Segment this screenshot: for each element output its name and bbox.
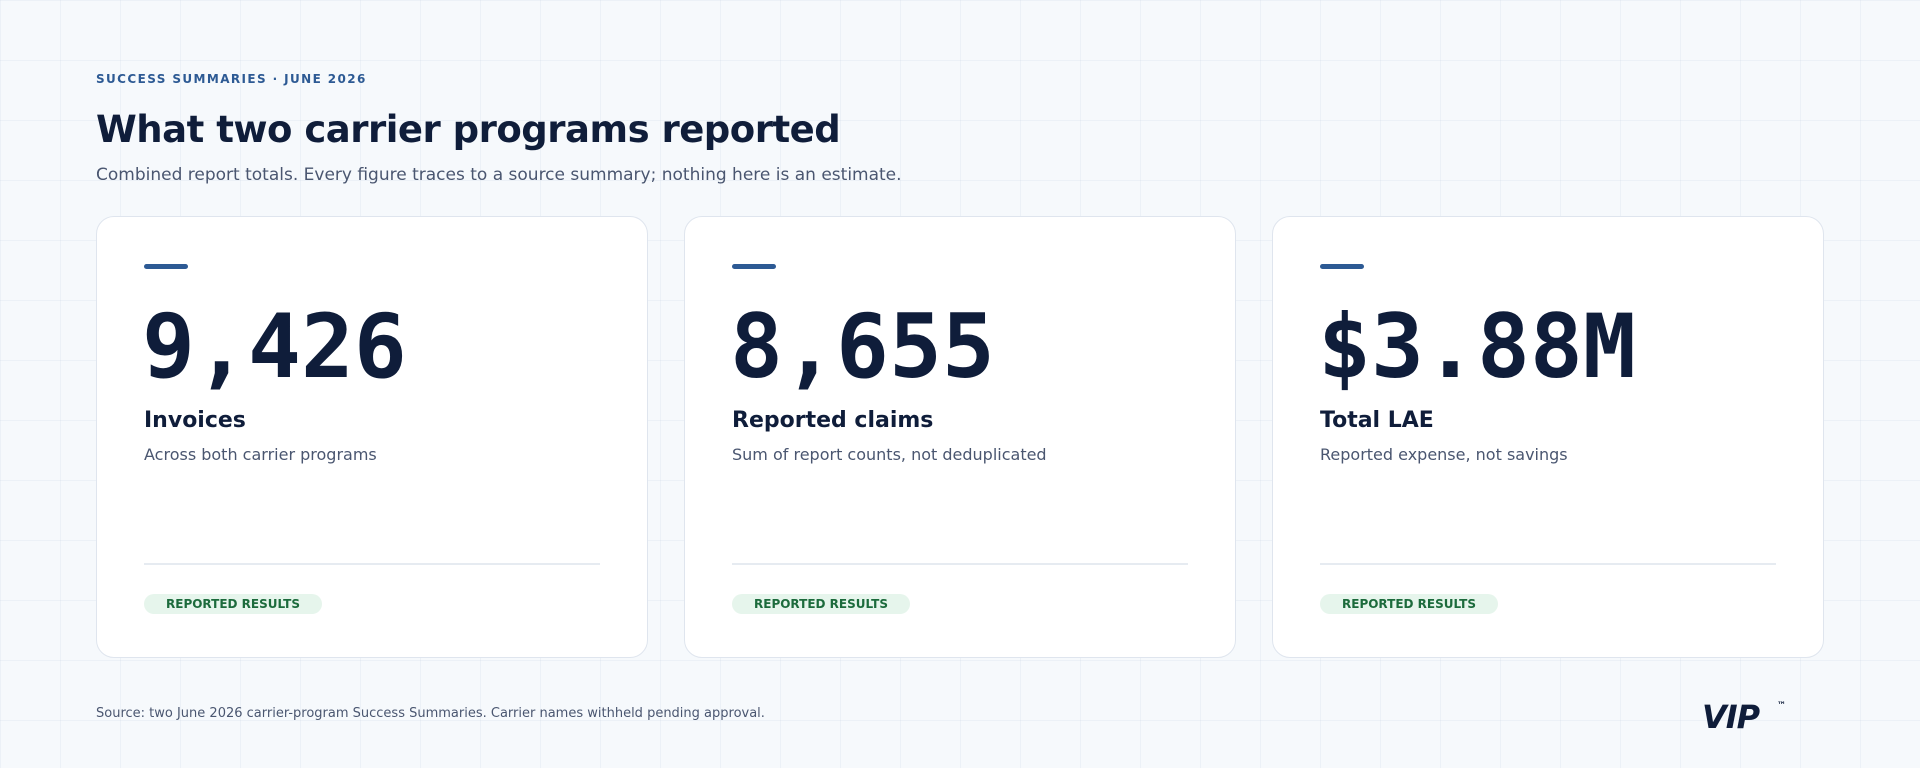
card-accent-bar — [144, 264, 188, 269]
metric-label: Reported claims — [732, 408, 934, 433]
metric-value: $3.88M — [1318, 295, 1636, 398]
card-accent-bar — [732, 264, 776, 269]
status-badge: REPORTED RESULTS — [732, 594, 910, 614]
trademark-mark: ™ — [1777, 701, 1786, 711]
logo-wordmark: VIP — [1702, 698, 1760, 736]
metric-label: Total LAE — [1320, 408, 1434, 433]
card-divider — [732, 563, 1188, 565]
metric-cards: 9,426 Invoices Across both carrier progr… — [96, 216, 1824, 660]
metric-value: 8,655 — [730, 295, 995, 398]
page-header: SUCCESS SUMMARIES · JUNE 2026 What two c… — [96, 70, 1796, 186]
metric-card-invoices: 9,426 Invoices Across both carrier progr… — [96, 216, 648, 658]
metric-card-reported-claims: 8,655 Reported claims Sum of report coun… — [684, 216, 1236, 658]
page-subtitle: Combined report totals. Every figure tra… — [96, 165, 902, 185]
page-title: What two carrier programs reported — [96, 108, 841, 151]
metric-card-total-lae: $3.88M Total LAE Reported expense, not s… — [1272, 216, 1824, 658]
vip-logo: VIP ™ — [1702, 699, 1792, 735]
source-note: Source: two June 2026 carrier-program Su… — [96, 706, 765, 721]
metric-note: Sum of report counts, not deduplicated — [732, 445, 1047, 464]
card-accent-bar — [1320, 264, 1364, 269]
status-badge: REPORTED RESULTS — [1320, 594, 1498, 614]
metric-note: Across both carrier programs — [144, 445, 377, 464]
metric-note: Reported expense, not savings — [1320, 445, 1568, 464]
metric-label: Invoices — [144, 408, 246, 433]
card-divider — [144, 563, 600, 565]
card-divider — [1320, 563, 1776, 565]
status-badge: REPORTED RESULTS — [144, 594, 322, 614]
metric-value: 9,426 — [142, 295, 407, 398]
eyebrow-label: SUCCESS SUMMARIES · JUNE 2026 — [96, 72, 367, 86]
